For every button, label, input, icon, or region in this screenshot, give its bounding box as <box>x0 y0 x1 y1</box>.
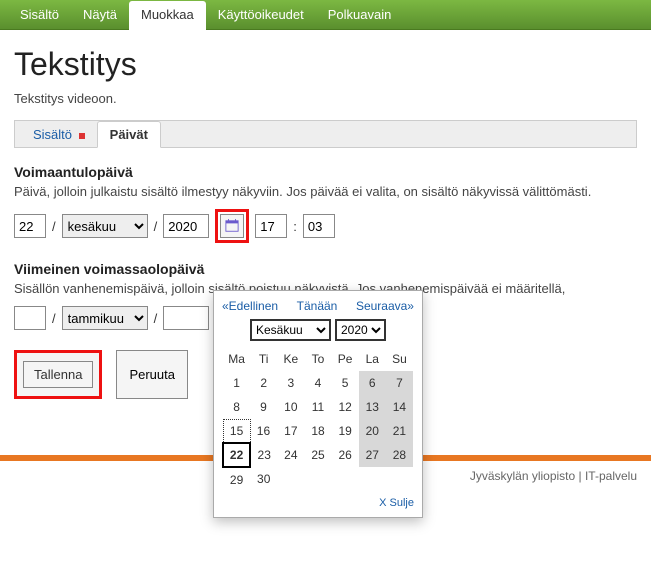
calendar-day[interactable]: 22 <box>223 443 250 467</box>
calendar-today[interactable]: Tänään <box>297 299 338 313</box>
calendar-day[interactable]: 29 <box>223 467 250 491</box>
calendar-day[interactable]: 21 <box>386 419 413 443</box>
calendar-grid: MaTiKeToPeLaSu 1234567891011121314151617… <box>222 347 414 491</box>
save-button[interactable]: Tallenna <box>23 361 93 388</box>
expiry-title: Viimeinen voimassaolopäivä <box>14 261 637 277</box>
separator: : <box>293 219 297 234</box>
separator: / <box>52 219 56 234</box>
nav-item-sisalto[interactable]: Sisältö <box>8 1 71 28</box>
effective-day-input[interactable] <box>14 214 46 238</box>
calendar-prev[interactable]: «Edellinen <box>222 299 278 313</box>
calendar-day[interactable]: 27 <box>359 443 386 467</box>
effective-minute-input[interactable] <box>303 214 335 238</box>
subtabs: Sisältö Päivät <box>14 120 637 148</box>
calendar-day[interactable]: 20 <box>359 419 386 443</box>
effective-hour-input[interactable] <box>255 214 287 238</box>
calendar-button-highlight <box>215 209 249 243</box>
calendar-day[interactable]: 3 <box>277 371 304 395</box>
effective-year-input[interactable] <box>163 214 209 238</box>
cancel-button[interactable]: Peruuta <box>116 350 188 399</box>
calendar-day[interactable]: 10 <box>277 395 304 419</box>
calendar-day[interactable]: 15 <box>223 419 250 443</box>
calendar-day[interactable]: 1 <box>223 371 250 395</box>
expiry-year-input[interactable] <box>163 306 209 330</box>
top-nav: Sisältö Näytä Muokkaa Käyttöoikeudet Pol… <box>0 0 651 30</box>
calendar-weekday: Ti <box>250 347 277 371</box>
calendar-weekday: Ma <box>223 347 250 371</box>
nav-item-muokkaa[interactable]: Muokkaa <box>129 1 206 30</box>
calendar-next[interactable]: Seuraava» <box>356 299 414 313</box>
effective-desc: Päivä, jolloin julkaistu sisältö ilmesty… <box>14 184 637 199</box>
calendar-empty <box>332 467 359 491</box>
calendar-weekday: Pe <box>332 347 359 371</box>
calendar-day[interactable]: 13 <box>359 395 386 419</box>
calendar-day[interactable]: 11 <box>304 395 331 419</box>
tab-sisalto-label: Sisältö <box>33 127 72 142</box>
calendar-day[interactable]: 19 <box>332 419 359 443</box>
calendar-day[interactable]: 17 <box>277 419 304 443</box>
calendar-day[interactable]: 30 <box>250 467 277 491</box>
calendar-weekday: Su <box>386 347 413 371</box>
calendar-weekday: La <box>359 347 386 371</box>
calendar-nav: «Edellinen Tänään Seuraava» <box>222 299 414 313</box>
calendar-day[interactable]: 12 <box>332 395 359 419</box>
save-button-highlight: Tallenna <box>14 350 102 399</box>
effective-date-row: / tammikuuhelmikuumaaliskuuhuhtikuutouko… <box>14 209 637 243</box>
calendar-day[interactable]: 18 <box>304 419 331 443</box>
expiry-day-input[interactable] <box>14 306 46 330</box>
effective-title: Voimaantulopäivä <box>14 164 637 180</box>
calendar-popup: «Edellinen Tänään Seuraava» TammikuuHelm… <box>213 290 423 518</box>
calendar-day[interactable]: 7 <box>386 371 413 395</box>
calendar-day[interactable]: 9 <box>250 395 277 419</box>
calendar-month-select[interactable]: TammikuuHelmikuuMaaliskuuHuhtikuuToukoku… <box>250 319 331 341</box>
calendar-day[interactable]: 25 <box>304 443 331 467</box>
calendar-icon <box>225 219 239 233</box>
calendar-open-button[interactable] <box>220 214 244 238</box>
nav-item-nayta[interactable]: Näytä <box>71 1 129 28</box>
calendar-day[interactable]: 23 <box>250 443 277 467</box>
separator: / <box>154 219 158 234</box>
calendar-day[interactable]: 2 <box>250 371 277 395</box>
calendar-empty <box>386 467 413 491</box>
page-title: Tekstitys <box>14 46 637 83</box>
calendar-day[interactable]: 4 <box>304 371 331 395</box>
calendar-day[interactable]: 28 <box>386 443 413 467</box>
calendar-empty <box>277 467 304 491</box>
calendar-close[interactable]: X Sulje <box>222 497 414 509</box>
calendar-day[interactable]: 14 <box>386 395 413 419</box>
page-subtitle: Tekstitys videoon. <box>14 91 637 106</box>
calendar-day[interactable]: 16 <box>250 419 277 443</box>
tab-paivat[interactable]: Päivät <box>97 121 161 148</box>
calendar-day[interactable]: 8 <box>223 395 250 419</box>
calendar-weekday: To <box>304 347 331 371</box>
calendar-day[interactable]: 6 <box>359 371 386 395</box>
calendar-empty <box>304 467 331 491</box>
calendar-empty <box>359 467 386 491</box>
calendar-year-select[interactable]: 20182019202020212022 <box>335 319 386 341</box>
calendar-selects: TammikuuHelmikuuMaaliskuuHuhtikuuToukoku… <box>222 319 414 341</box>
effective-month-select[interactable]: tammikuuhelmikuumaaliskuuhuhtikuutoukoku… <box>62 214 148 238</box>
separator: / <box>154 311 158 326</box>
tab-sisalto[interactable]: Sisältö <box>21 122 97 147</box>
calendar-day[interactable]: 24 <box>277 443 304 467</box>
calendar-day[interactable]: 5 <box>332 371 359 395</box>
nav-item-polkuavain[interactable]: Polkuavain <box>316 1 404 28</box>
nav-item-kayttooikeudet[interactable]: Käyttöoikeudet <box>206 1 316 28</box>
separator: / <box>52 311 56 326</box>
calendar-weekday: Ke <box>277 347 304 371</box>
calendar-day[interactable]: 26 <box>332 443 359 467</box>
expiry-month-select[interactable]: tammikuuhelmikuumaaliskuuhuhtikuutoukoku… <box>62 306 148 330</box>
modified-dot-icon <box>79 133 85 139</box>
